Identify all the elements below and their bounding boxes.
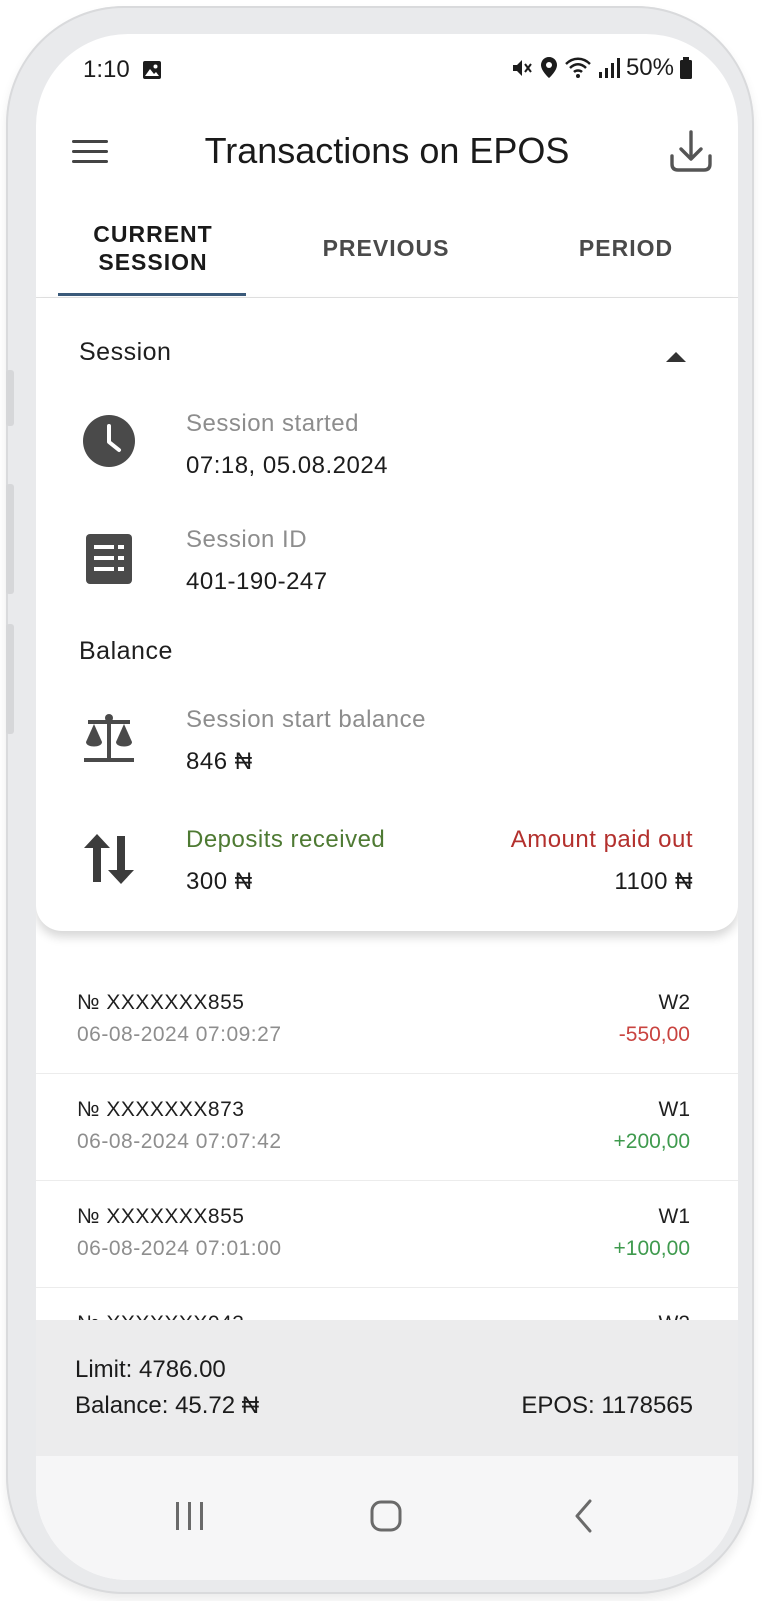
side-button	[6, 484, 14, 594]
scale-icon	[84, 714, 134, 762]
swap-vertical-icon	[84, 834, 134, 884]
tab-current-session[interactable]: CURRENT SESSION	[58, 200, 248, 296]
session-id-value: 401-190-247	[186, 568, 328, 595]
tab-bar: CURRENT SESSION PREVIOUS PERIOD	[36, 200, 738, 298]
phone-frame: 1:10 50% Transactions on EPOS CURRENT SE…	[6, 6, 754, 1594]
wifi-icon	[565, 57, 591, 78]
start-balance-value: 846 ₦	[186, 748, 253, 775]
receipt-icon	[86, 534, 132, 584]
transaction-list: № XXXXXXX855 06-08-2024 07:09:27 W2 -550…	[36, 931, 738, 1321]
tab-period[interactable]: PERIOD	[536, 200, 716, 296]
battery-percent: 50%	[625, 54, 674, 81]
transaction-row[interactable]: № XXXXXXX855 06-08-2024 07:01:00 W1 +100…	[36, 1181, 738, 1288]
transaction-number: № XXXXXXX855	[77, 991, 245, 1014]
page-title: Transactions on EPOS	[204, 130, 570, 171]
transaction-number: № XXXXXXX855	[77, 1205, 245, 1228]
transaction-terminal: W2	[658, 991, 691, 1014]
system-nav-bar	[36, 1456, 738, 1580]
transaction-date: 06-08-2024 07:07:42	[77, 1130, 282, 1153]
signal-icon	[598, 58, 620, 78]
limit-text: Limit: 4786.00	[75, 1356, 226, 1383]
balance-text: Balance: 45.72 ₦	[75, 1392, 260, 1419]
transaction-terminal: W1	[658, 1098, 691, 1121]
phone-screen: 1:10 50% Transactions on EPOS CURRENT SE…	[36, 34, 738, 1580]
mute-icon	[512, 60, 532, 76]
location-icon	[540, 57, 557, 78]
battery-icon	[680, 57, 692, 79]
session-started-value: 07:18, 05.08.2024	[186, 452, 389, 479]
paid-out-value: 1100 ₦	[614, 868, 693, 895]
status-bar: 1:10 50%	[36, 34, 738, 114]
epos-id-text: EPOS: 1178565	[521, 1392, 693, 1419]
tab-indicator	[58, 293, 246, 296]
recent-apps-icon[interactable]	[170, 1496, 210, 1536]
transaction-row[interactable]: № XXXXXXX855 06-08-2024 07:09:27 W2 -550…	[36, 967, 738, 1074]
status-icons: 50%	[510, 54, 692, 82]
side-button	[6, 624, 14, 734]
summary-footer: Limit: 4786.00 Balance: 45.72 ₦ EPOS: 11…	[36, 1320, 738, 1456]
transaction-number: № XXXXXXX873	[77, 1098, 245, 1121]
tab-previous[interactable]: PREVIOUS	[296, 200, 476, 296]
transaction-date: 06-08-2024 07:09:27	[77, 1023, 282, 1046]
session-id-label: Session ID	[186, 526, 308, 553]
deposits-label: Deposits received	[186, 826, 386, 853]
transaction-amount: +200,00	[613, 1130, 691, 1153]
download-icon[interactable]	[668, 128, 714, 174]
transaction-terminal: W1	[658, 1205, 691, 1228]
session-section-title: Session	[79, 338, 172, 366]
transaction-row[interactable]: № XXXXXXX873 06-08-2024 07:07:42 W1 +200…	[36, 1074, 738, 1181]
session-started-label: Session started	[186, 410, 359, 437]
gallery-icon	[143, 61, 161, 79]
chevron-up-icon[interactable]	[664, 350, 688, 364]
home-icon[interactable]	[366, 1496, 406, 1536]
deposits-value: 300 ₦	[186, 868, 253, 895]
start-balance-label: Session start balance	[186, 706, 426, 733]
paid-out-label: Amount paid out	[510, 826, 693, 853]
transaction-date: 06-08-2024 07:01:00	[77, 1237, 282, 1260]
transaction-amount: -550,00	[618, 1023, 690, 1046]
status-time: 1:10	[83, 56, 130, 83]
back-icon[interactable]	[564, 1496, 604, 1536]
side-button	[6, 370, 14, 426]
session-card: Session Session started 07:18, 05.08.202…	[36, 298, 738, 931]
transaction-row[interactable]: № XXXXXXX043 W2	[36, 1288, 738, 1321]
transaction-amount: +100,00	[613, 1237, 691, 1260]
clock-icon	[83, 415, 135, 467]
balance-section-title: Balance	[79, 637, 173, 665]
app-bar: Transactions on EPOS	[36, 114, 738, 194]
